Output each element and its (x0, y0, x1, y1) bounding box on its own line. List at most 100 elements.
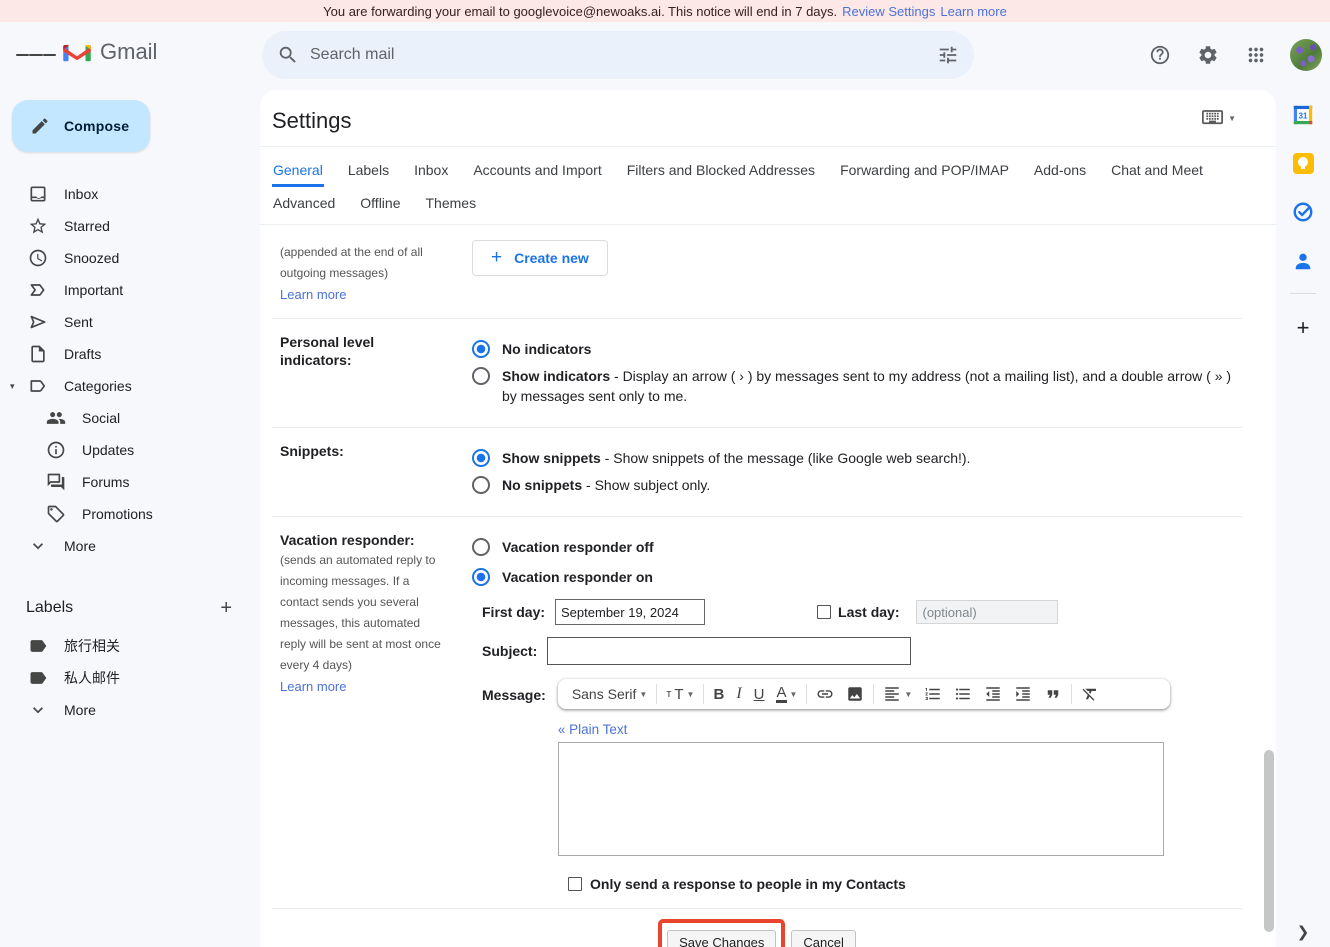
review-settings-link[interactable]: Review Settings (842, 4, 935, 19)
contacts-icon[interactable] (1292, 250, 1314, 272)
tasks-icon[interactable] (1292, 201, 1314, 223)
save-changes-button[interactable]: Save Changes (667, 930, 776, 947)
sidebar-item-inbox[interactable]: Inbox (0, 178, 256, 210)
last-day-input[interactable] (916, 600, 1058, 624)
first-day-input[interactable] (555, 599, 705, 625)
search-icon[interactable] (268, 35, 308, 75)
tab-themes[interactable]: Themes (425, 189, 478, 220)
sidebar-item-more[interactable]: More (0, 530, 256, 562)
sidebar-item-label: Inbox (64, 186, 98, 202)
header-actions (1140, 35, 1322, 75)
indent-more-icon[interactable] (1008, 679, 1038, 709)
tab-chat-and-meet[interactable]: Chat and Meet (1110, 156, 1204, 187)
sidebar-item-starred[interactable]: Starred (0, 210, 256, 242)
contacts-only-checkbox[interactable] (568, 877, 582, 891)
labels-more[interactable]: More (0, 694, 256, 726)
last-day-label: Last day: (838, 604, 899, 620)
vacation-learn-more-link[interactable]: Learn more (280, 679, 346, 694)
create-new-signature-button[interactable]: + Create new (472, 240, 608, 276)
search-options-icon[interactable] (928, 35, 968, 75)
tab-add-ons[interactable]: Add-ons (1033, 156, 1087, 187)
quote-icon[interactable] (1038, 679, 1068, 709)
sidebar-item-promotions[interactable]: Promotions (0, 498, 256, 530)
sidebar-item-label: Important (64, 282, 123, 298)
sidebar-item-categories[interactable]: ▾ Categories (0, 370, 256, 402)
scrollbar-thumb[interactable] (1264, 750, 1274, 932)
show-side-panel-icon[interactable]: ❯ (1297, 923, 1310, 941)
help-icon[interactable] (1140, 35, 1180, 75)
label-item-text: 私人邮件 (64, 668, 120, 688)
sidebar-item-social[interactable]: Social (0, 402, 256, 434)
subject-input[interactable] (547, 637, 911, 665)
labels-section-header: Labels + (0, 592, 256, 624)
sidebar-item-label: Social (82, 410, 120, 426)
caret-down-icon: ▼ (639, 690, 647, 699)
main-menu-icon[interactable] (16, 35, 56, 75)
tab-offline[interactable]: Offline (359, 189, 401, 220)
vacation-off-label: Vacation responder off (502, 539, 654, 555)
font-family-select[interactable]: Sans Serif ▼ (566, 679, 654, 709)
create-label-icon[interactable]: + (220, 598, 232, 618)
sidebar-item-updates[interactable]: Updates (0, 434, 256, 466)
last-day-checkbox[interactable] (817, 605, 831, 619)
font-family-value: Sans Serif (572, 686, 637, 702)
sidebar-item-sent[interactable]: Sent (0, 306, 256, 338)
draft-icon (28, 344, 48, 364)
categories-collapse-caret[interactable]: ▾ (10, 381, 15, 392)
vacation-message-textarea[interactable] (558, 742, 1164, 856)
tab-labels[interactable]: Labels (347, 156, 390, 187)
calendar-icon[interactable]: 31 (1292, 104, 1314, 126)
settings-gear-icon[interactable] (1188, 35, 1228, 75)
font-size-button[interactable]: тT ▼ (660, 679, 700, 709)
no-snippets-radio[interactable] (472, 476, 490, 494)
indent-less-icon[interactable] (978, 679, 1008, 709)
get-addons-icon[interactable]: + (1297, 315, 1310, 341)
sidebar-item-important[interactable]: Important (0, 274, 256, 306)
banner-learn-more-link[interactable]: Learn more (940, 4, 1006, 19)
show-snippets-description: - Show snippets of the message (like Goo… (601, 450, 971, 466)
signature-learn-more-link[interactable]: Learn more (280, 287, 346, 302)
input-tools-toggle[interactable]: ▼ (1202, 110, 1236, 126)
show-indicators-radio[interactable] (472, 367, 490, 385)
tab-advanced[interactable]: Advanced (272, 189, 336, 220)
sidebar-item-snoozed[interactable]: Snoozed (0, 242, 256, 274)
numbered-list-icon[interactable] (918, 679, 948, 709)
align-button[interactable]: ▼ (877, 679, 918, 709)
compose-button[interactable]: Compose (12, 100, 150, 152)
show-snippets-label: Show snippets (502, 450, 601, 466)
sidebar-item-drafts[interactable]: Drafts (0, 338, 256, 370)
bulleted-list-icon[interactable] (948, 679, 978, 709)
no-snippets-description: - Show subject only. (582, 477, 710, 493)
vacation-on-radio[interactable] (472, 568, 490, 586)
text-color-button[interactable]: A ▼ (770, 679, 803, 709)
remove-formatting-icon[interactable] (1075, 679, 1105, 709)
label-item-travel[interactable]: 旅行相关 (0, 630, 256, 662)
insert-image-icon[interactable] (840, 679, 870, 709)
sidebar-item-forums[interactable]: Forums (0, 466, 256, 498)
cancel-button[interactable]: Cancel (791, 930, 855, 947)
sidebar-nav: Inbox Starred Snoozed Important Sent Dra… (0, 178, 256, 562)
vacation-off-radio[interactable] (472, 538, 490, 556)
no-indicators-radio[interactable] (472, 340, 490, 358)
plain-text-toggle-link[interactable]: « Plain Text (558, 722, 628, 737)
important-marker-icon (28, 280, 48, 300)
tab-inbox[interactable]: Inbox (413, 156, 449, 187)
italic-button[interactable]: I (730, 679, 747, 709)
show-snippets-option: Show snippets - Show snippets of the mes… (472, 448, 1242, 468)
gmail-logo[interactable]: Gmail (62, 39, 157, 65)
signature-row: (appended at the end of all outgoing mes… (272, 225, 1242, 319)
keep-icon[interactable] (1293, 153, 1314, 174)
bold-button[interactable]: B (707, 679, 730, 709)
tab-filters-and-blocked-addresses[interactable]: Filters and Blocked Addresses (626, 156, 816, 187)
tab-general[interactable]: General (272, 156, 324, 187)
account-avatar[interactable] (1290, 39, 1322, 71)
insert-link-icon[interactable] (810, 679, 840, 709)
tab-accounts-and-import[interactable]: Accounts and Import (472, 156, 602, 187)
label-item-personal[interactable]: 私人邮件 (0, 662, 256, 694)
tab-forwarding-and-pop-imap[interactable]: Forwarding and POP/IMAP (839, 156, 1010, 187)
search-input[interactable] (308, 45, 928, 65)
google-apps-icon[interactable] (1236, 35, 1276, 75)
underline-button[interactable]: U (748, 679, 771, 709)
show-snippets-radio[interactable] (472, 449, 490, 467)
tag-icon (46, 504, 66, 524)
